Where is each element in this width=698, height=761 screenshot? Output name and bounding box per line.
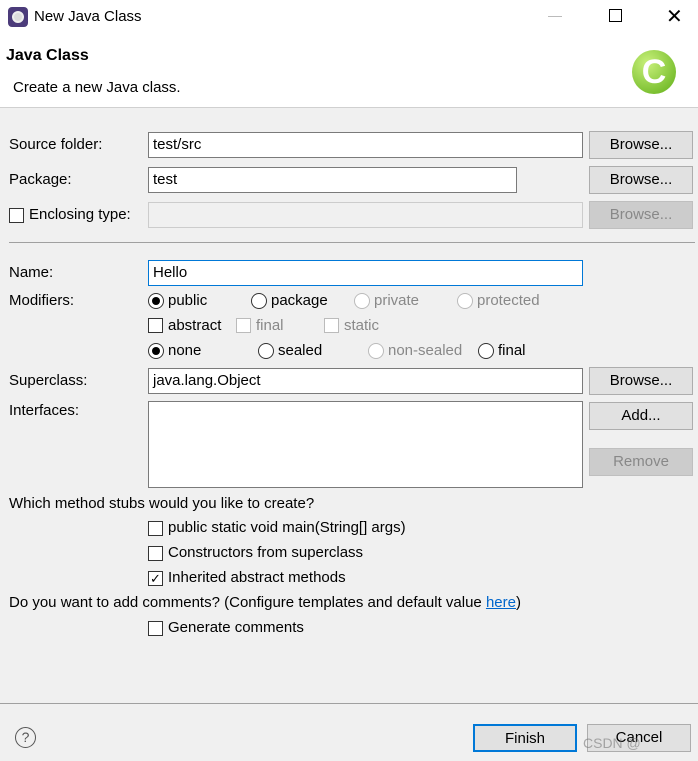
enclosing-type-checkbox[interactable] bbox=[9, 208, 24, 223]
main-stub-label: public static void main(String[] args) bbox=[168, 519, 406, 536]
name-input[interactable]: Hello bbox=[148, 260, 583, 286]
package-browse-button[interactable]: Browse... bbox=[589, 166, 693, 194]
protected-radio[interactable] bbox=[457, 293, 473, 309]
interfaces-list[interactable] bbox=[148, 401, 583, 488]
eclipse-icon bbox=[8, 7, 28, 27]
maximize-button[interactable] bbox=[609, 9, 622, 22]
close-button[interactable]: ✕ bbox=[666, 4, 683, 29]
checkmark-icon: ✓ bbox=[150, 571, 161, 586]
final-checkbox[interactable] bbox=[236, 318, 251, 333]
static-checkbox[interactable] bbox=[324, 318, 339, 333]
package-label: Package: bbox=[9, 171, 72, 188]
generate-comments-checkbox[interactable] bbox=[148, 621, 163, 636]
window-title: New Java Class bbox=[34, 8, 142, 25]
constructors-label: Constructors from superclass bbox=[168, 544, 364, 561]
modifiers-label: Modifiers: bbox=[9, 292, 75, 309]
footer-divider bbox=[0, 703, 698, 704]
superclass-browse-button[interactable]: Browse... bbox=[589, 367, 693, 395]
package-radio[interactable] bbox=[251, 293, 267, 309]
non-sealed-radio[interactable] bbox=[368, 343, 384, 359]
private-label: private bbox=[374, 292, 420, 309]
final-label: final bbox=[256, 317, 284, 334]
package-input[interactable]: test bbox=[148, 167, 517, 193]
none-radio[interactable] bbox=[148, 343, 164, 359]
remove-interface-button[interactable]: Remove bbox=[589, 448, 693, 476]
comments-question-text: Do you want to add comments? (Configure … bbox=[9, 594, 486, 611]
title-bar: New Java Class ✕ bbox=[0, 0, 698, 34]
add-interface-button[interactable]: Add... bbox=[589, 402, 693, 430]
source-folder-input[interactable]: test/src bbox=[148, 132, 583, 158]
watermark: CSDN @ bbox=[583, 735, 641, 751]
java-class-c-icon: C bbox=[632, 50, 676, 94]
none-label: none bbox=[168, 342, 202, 359]
page-subtitle: Create a new Java class. bbox=[13, 79, 181, 96]
static-label: static bbox=[344, 317, 380, 334]
sealed-radio[interactable] bbox=[258, 343, 274, 359]
page-title: Java Class bbox=[6, 47, 89, 64]
private-radio[interactable] bbox=[354, 293, 370, 309]
public-radio[interactable] bbox=[148, 293, 164, 309]
superclass-input[interactable]: java.lang.Object bbox=[148, 368, 583, 394]
enclosing-type-input[interactable] bbox=[148, 202, 583, 228]
abstract-checkbox[interactable] bbox=[148, 318, 163, 333]
public-label: public bbox=[168, 292, 208, 309]
abstract-label: abstract bbox=[168, 317, 222, 334]
protected-label: protected bbox=[477, 292, 540, 309]
package-radio-label: package bbox=[271, 292, 328, 309]
name-label: Name: bbox=[9, 264, 54, 281]
help-icon[interactable]: ? bbox=[15, 727, 36, 748]
main-stub-checkbox[interactable] bbox=[148, 521, 163, 536]
superclass-label: Superclass: bbox=[9, 372, 88, 389]
enclosing-type-label: Enclosing type: bbox=[29, 206, 131, 223]
final-radio[interactable] bbox=[478, 343, 494, 359]
stubs-question: Which method stubs would you like to cre… bbox=[9, 495, 315, 512]
templates-link[interactable]: here bbox=[486, 594, 516, 611]
wizard-header: Java Class Create a new Java class. C bbox=[0, 34, 698, 108]
final-radio-label: final bbox=[498, 342, 526, 359]
enclosing-type-browse-button[interactable]: Browse... bbox=[589, 201, 693, 229]
non-sealed-label: non-sealed bbox=[388, 342, 463, 359]
finish-button[interactable]: Finish bbox=[473, 724, 577, 752]
source-folder-browse-button[interactable]: Browse... bbox=[589, 131, 693, 159]
inherited-methods-label: Inherited abstract methods bbox=[168, 569, 346, 586]
interfaces-label: Interfaces: bbox=[9, 402, 80, 419]
minimize-button[interactable] bbox=[548, 16, 562, 17]
comments-question-close: ) bbox=[515, 594, 521, 611]
sealed-label: sealed bbox=[278, 342, 323, 359]
source-folder-label: Source folder: bbox=[9, 136, 103, 153]
inherited-methods-checkbox[interactable]: ✓ bbox=[148, 571, 163, 586]
divider bbox=[9, 242, 695, 243]
comments-question: Do you want to add comments? (Configure … bbox=[9, 593, 521, 613]
constructors-checkbox[interactable] bbox=[148, 546, 163, 561]
generate-comments-label: Generate comments bbox=[168, 619, 304, 636]
